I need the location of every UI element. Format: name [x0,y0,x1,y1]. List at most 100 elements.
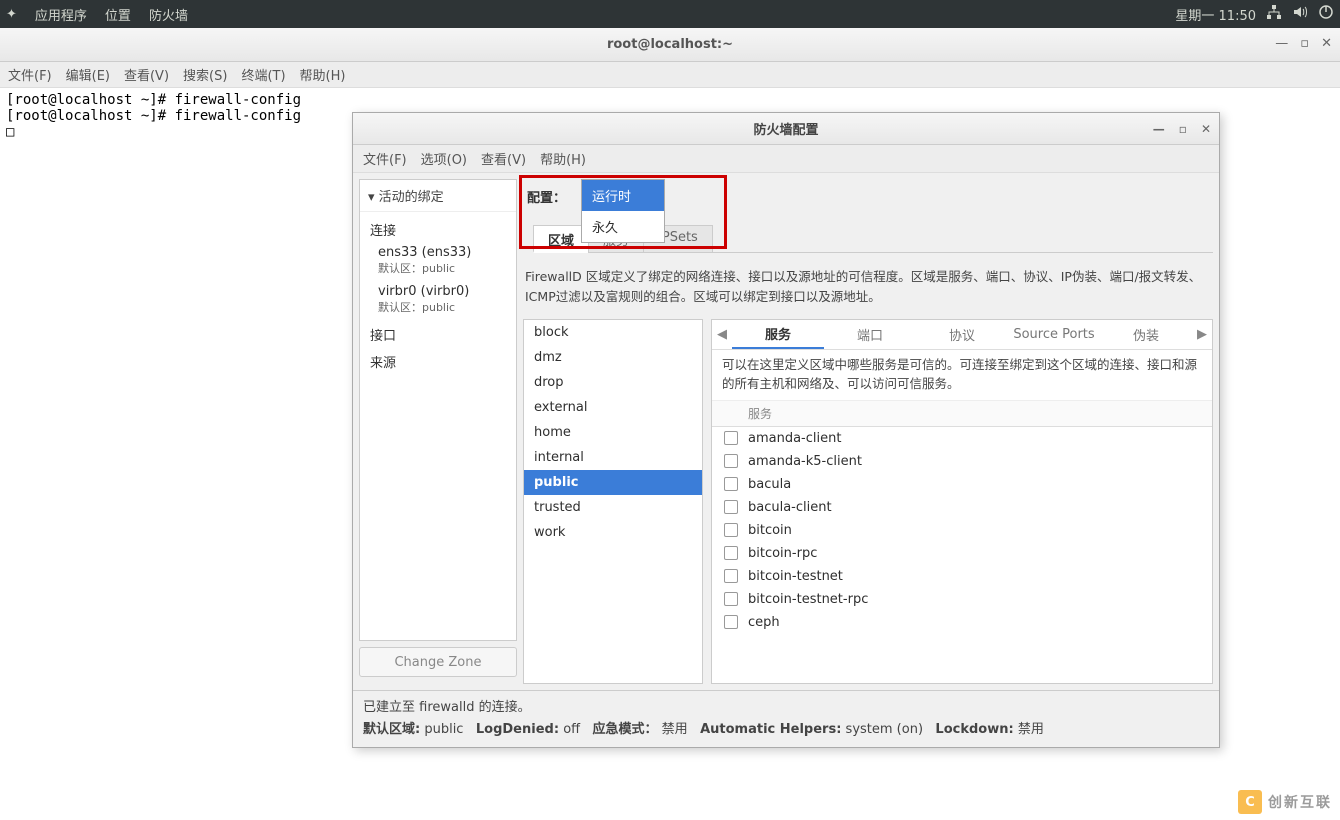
network-icon[interactable] [1266,4,1282,24]
zone-item-external[interactable]: external [524,395,702,420]
config-option-runtime[interactable]: 运行时 [582,180,664,211]
service-row[interactable]: ceph [712,611,1212,634]
zone-detail-panel: ◀ 服务 端口 协议 Source Ports 伪装 ▶ 可以在这里定义区域中哪… [711,319,1213,684]
service-name: bacula-client [748,500,832,515]
footer-logdenied-value: off [563,722,580,737]
subtab-ports[interactable]: 端口 [824,321,916,348]
watermark: C 创新互联 [1238,790,1332,814]
configuration-dropdown[interactable]: 运行时 永久 [581,179,665,243]
dialog-menu-options[interactable]: 选项(O) [421,149,467,168]
terminal-maximize-button[interactable]: ▫ [1300,36,1309,51]
service-checkbox[interactable] [724,431,738,445]
service-checkbox[interactable] [724,615,738,629]
active-bindings-header: 活动的绑定 [379,190,444,205]
service-row[interactable]: bitcoin [712,519,1212,542]
terminal-menubar: 文件(F) 编辑(E) 查看(V) 搜索(S) 终端(T) 帮助(H) [0,62,1340,88]
binding-iface-ens33[interactable]: ens33 (ens33) [360,243,516,260]
service-row[interactable]: bitcoin-testnet [712,565,1212,588]
scroll-right-icon[interactable]: ▶ [1192,327,1212,342]
dialog-maximize-button[interactable]: ▫ [1179,122,1187,136]
service-row[interactable]: amanda-k5-client [712,450,1212,473]
terminal-menu-edit[interactable]: 编辑(E) [66,65,110,84]
terminal-menu-terminal[interactable]: 终端(T) [241,65,285,84]
footer-lockdown-value: 禁用 [1018,722,1044,737]
service-name: bitcoin [748,523,792,538]
dialog-titlebar: 防火墙配置 — ▫ ✕ [353,113,1219,145]
zone-item-work[interactable]: work [524,520,702,545]
zone-item-dmz[interactable]: dmz [524,345,702,370]
service-row[interactable]: bitcoin-rpc [712,542,1212,565]
terminal-close-button[interactable]: ✕ [1321,36,1332,51]
service-row[interactable]: bacula [712,473,1212,496]
power-icon[interactable] [1318,4,1334,24]
zone-description: FirewallD 区域定义了绑定的网络连接、接口以及源地址的可信程度。区域是服… [523,263,1213,315]
dialog-menu-view[interactable]: 查看(V) [481,149,526,168]
menu-applications[interactable]: 应用程序 [35,5,87,24]
footer-lockdown-label: Lockdown: [935,722,1013,737]
service-row[interactable]: bacula-client [712,496,1212,519]
volume-icon[interactable] [1292,4,1308,24]
gnome-top-panel: ✦ 应用程序 位置 防火墙 星期一 11:50 [0,0,1340,28]
service-checkbox[interactable] [724,592,738,606]
status-connection: 已建立至 firewalld 的连接。 [363,697,1209,719]
terminal-minimize-button[interactable]: — [1275,36,1288,51]
binding-iface-virbr0[interactable]: virbr0 (virbr0) [360,282,516,299]
zone-item-block[interactable]: block [524,320,702,345]
service-name: bitcoin-rpc [748,546,817,561]
terminal-menu-file[interactable]: 文件(F) [8,65,52,84]
service-checkbox[interactable] [724,477,738,491]
zone-item-trusted[interactable]: trusted [524,495,702,520]
subtab-protocols[interactable]: 协议 [916,321,1008,348]
terminal-menu-search[interactable]: 搜索(S) [183,65,227,84]
service-checkbox[interactable] [724,523,738,537]
dialog-close-button[interactable]: ✕ [1201,122,1211,136]
service-name: amanda-client [748,431,841,446]
zone-item-drop[interactable]: drop [524,370,702,395]
services-description: 可以在这里定义区域中哪些服务是可信的。可连接至绑定到这个区域的连接、接口和源的所… [712,350,1212,401]
bindings-connections-label: 连接 [360,216,516,243]
service-name: bacula [748,477,791,492]
clock: 星期一 11:50 [1175,5,1256,24]
watermark-logo-icon: C [1238,790,1262,814]
footer-default-zone-value: public [424,722,463,737]
footer-panic-value: 禁用 [662,722,688,737]
expand-icon[interactable]: ▾ [368,190,375,205]
terminal-menu-view[interactable]: 查看(V) [124,65,169,84]
scroll-left-icon[interactable]: ◀ [712,327,732,342]
service-name: bitcoin-testnet-rpc [748,592,868,607]
bindings-interfaces-label: 接口 [360,321,516,348]
footer-panic-label: 应急模式： [593,722,658,737]
zone-item-internal[interactable]: internal [524,445,702,470]
dialog-menubar: 文件(F) 选项(O) 查看(V) 帮助(H) [353,145,1219,173]
service-row[interactable]: bitcoin-testnet-rpc [712,588,1212,611]
service-checkbox[interactable] [724,569,738,583]
services-column-header: 服务 [712,401,1212,427]
tab-zones[interactable]: 区域 [533,225,588,253]
menu-places[interactable]: 位置 [105,5,131,24]
zone-item-home[interactable]: home [524,420,702,445]
watermark-text: 创新互联 [1268,792,1332,812]
dialog-minimize-button[interactable]: — [1153,122,1165,136]
service-name: bitcoin-testnet [748,569,843,584]
activities-icon: ✦ [6,7,17,22]
services-list[interactable]: amanda-client amanda-k5-client bacula bacul… [712,427,1212,683]
subtab-sourceports[interactable]: Source Ports [1008,323,1100,346]
zone-list[interactable]: blockdmzdropexternalhomeinternalpublictr… [523,319,703,684]
zone-item-public[interactable]: public [524,470,702,495]
service-checkbox[interactable] [724,500,738,514]
menu-firewall-app[interactable]: 防火墙 [149,5,188,24]
config-option-permanent[interactable]: 永久 [582,211,664,242]
subtab-services[interactable]: 服务 [732,320,824,349]
service-checkbox[interactable] [724,546,738,560]
dialog-menu-help[interactable]: 帮助(H) [540,149,586,168]
footer-logdenied-label: LogDenied: [476,722,559,737]
terminal-menu-help[interactable]: 帮助(H) [300,65,346,84]
configuration-label: 配置： [527,187,566,206]
change-zone-button[interactable]: Change Zone [359,647,517,677]
dialog-menu-file[interactable]: 文件(F) [363,149,407,168]
service-row[interactable]: amanda-client [712,427,1212,450]
service-checkbox[interactable] [724,454,738,468]
binding-iface-ens33-zone: 默认区：public [360,260,516,282]
footer-default-zone-label: 默认区域: [363,722,420,737]
subtab-masquerade[interactable]: 伪装 [1100,321,1192,348]
